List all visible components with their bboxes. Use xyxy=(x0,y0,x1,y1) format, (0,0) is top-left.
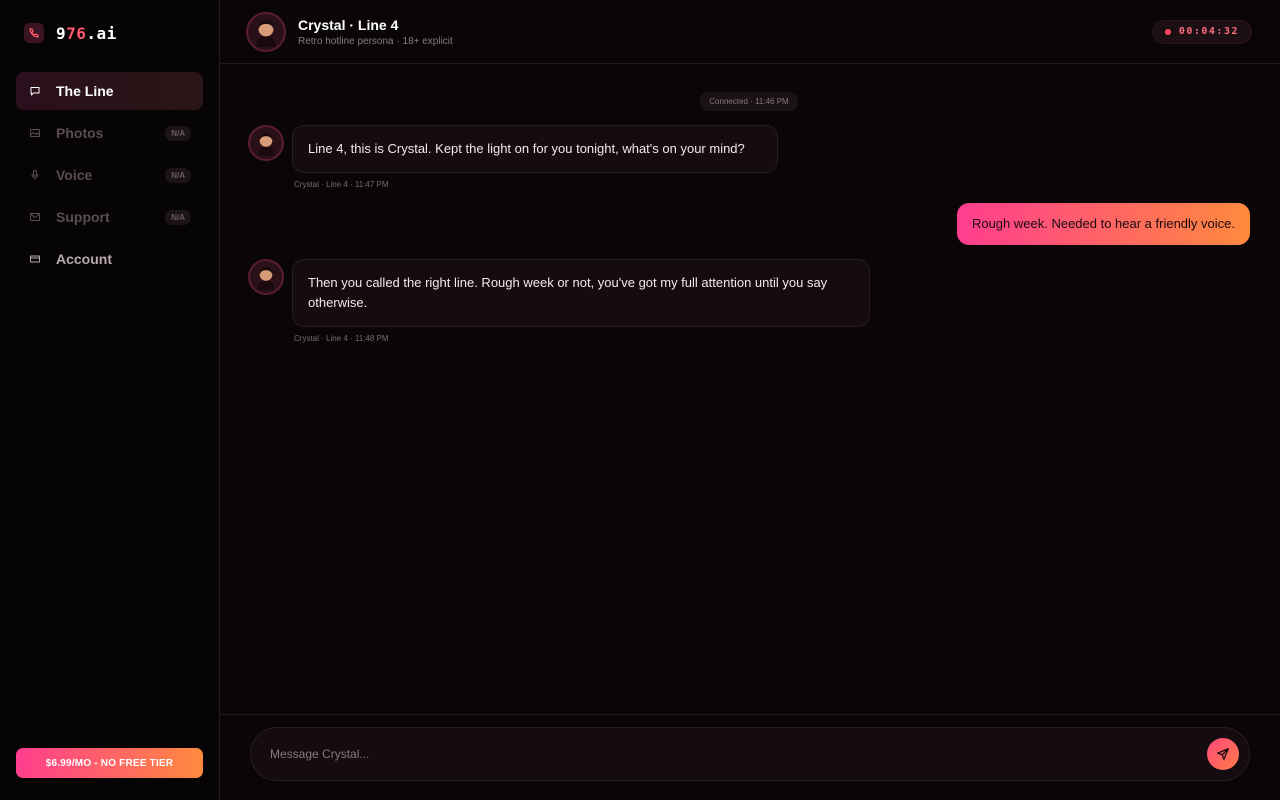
avatar xyxy=(248,125,284,161)
message-list: Connected · 11:46 PM Line 4, this is Cry… xyxy=(220,64,1280,714)
sidebar-item-the-line[interactable]: The Line xyxy=(16,72,203,110)
app: 976.ai The Line Photos N/A Voice N/A Sup… xyxy=(0,0,1280,800)
phone-icon xyxy=(24,23,44,43)
sidebar: 976.ai The Line Photos N/A Voice N/A Sup… xyxy=(0,0,220,800)
sidebar-item-photos[interactable]: Photos N/A xyxy=(16,114,203,152)
chat-header: Crystal · Line 4 Retro hotline persona ·… xyxy=(220,0,1280,64)
sidebar-item-label: The Line xyxy=(56,83,114,99)
brand[interactable]: 976.ai xyxy=(16,0,203,66)
chat-icon xyxy=(28,84,42,98)
status-badge: N/A xyxy=(165,209,191,225)
status-badge: N/A xyxy=(165,167,191,183)
sidebar-item-support[interactable]: Support N/A xyxy=(16,198,203,236)
sidebar-nav: The Line Photos N/A Voice N/A Support N/… xyxy=(16,72,203,278)
avatar xyxy=(248,259,284,295)
composer xyxy=(250,727,1250,781)
sidebar-item-voice[interactable]: Voice N/A xyxy=(16,156,203,194)
page-title: Crystal · Line 4 xyxy=(298,16,399,33)
page-subtitle: Retro hotline persona · 18+ explicit xyxy=(298,35,453,47)
microphone-icon xyxy=(28,168,42,182)
sidebar-item-label: Voice xyxy=(56,167,93,183)
brand-name: 976.ai xyxy=(56,23,117,43)
chat-header-info: Crystal · Line 4 Retro hotline persona ·… xyxy=(298,17,1152,47)
message-meta: Crystal · Line 4 · 11:47 PM xyxy=(294,180,389,189)
status-badge: N/A xyxy=(165,125,191,141)
composer-area xyxy=(220,714,1280,800)
message-incoming: Then you called the right line. Rough we… xyxy=(248,259,1250,343)
sidebar-item-label: Support xyxy=(56,209,110,225)
message-bubble: Then you called the right line. Rough we… xyxy=(292,259,870,327)
image-icon xyxy=(28,126,42,140)
avatar[interactable] xyxy=(246,11,286,52)
message-incoming: Line 4, this is Crystal. Kept the light … xyxy=(248,125,1250,189)
send-button[interactable] xyxy=(1207,738,1239,770)
recording-dot-icon xyxy=(1164,28,1171,35)
message-bubble: Rough week. Needed to hear a friendly vo… xyxy=(956,203,1250,245)
sidebar-item-account[interactable]: Account xyxy=(16,240,203,278)
message-bubble: Line 4, this is Crystal. Kept the light … xyxy=(292,125,778,173)
card-icon xyxy=(28,252,42,266)
message-meta: Crystal · Line 4 · 11:48 PM xyxy=(294,334,389,343)
system-message: Connected · 11:46 PM xyxy=(248,92,1250,111)
sidebar-item-label: Photos xyxy=(56,125,104,141)
message-input[interactable] xyxy=(270,747,1207,761)
subscribe-button[interactable]: $6.99/MO - NO FREE TIER xyxy=(16,748,203,778)
system-message-text: Connected · 11:46 PM xyxy=(700,92,798,111)
main: Crystal · Line 4 Retro hotline persona ·… xyxy=(220,0,1280,800)
message-outgoing: Rough week. Needed to hear a friendly vo… xyxy=(248,203,1250,245)
mail-icon xyxy=(28,210,42,224)
call-timer: 00:04:32 xyxy=(1151,19,1252,44)
send-icon xyxy=(1216,747,1230,761)
call-timer-value: 00:04:32 xyxy=(1178,26,1239,37)
sidebar-item-label: Account xyxy=(56,251,112,267)
